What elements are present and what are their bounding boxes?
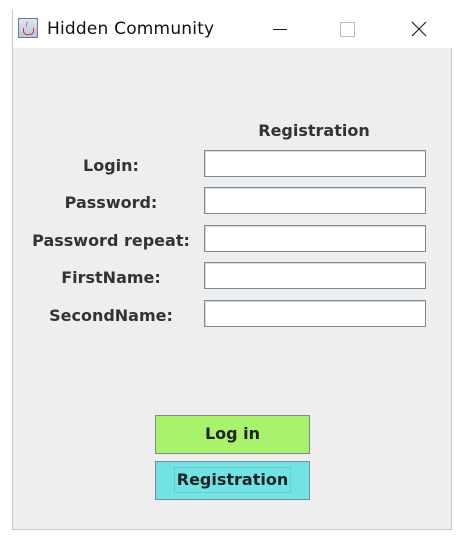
registration-panel: Registration Login: Password: Password r…: [13, 48, 453, 530]
second-name-field[interactable]: [204, 300, 426, 327]
login-field[interactable]: [204, 150, 426, 177]
password-label: Password:: [64, 193, 158, 212]
login-label: Login:: [83, 156, 139, 175]
password-repeat-label: Password repeat:: [32, 231, 190, 250]
minimize-button[interactable]: [247, 10, 311, 48]
title-bar[interactable]: Hidden Community: [13, 10, 453, 48]
java-cup-icon: [18, 18, 38, 38]
login-button-label: Log in: [204, 424, 261, 443]
window-title: Hidden Community: [47, 19, 215, 39]
login-button[interactable]: Log in: [155, 415, 310, 454]
password-field[interactable]: [204, 187, 426, 214]
second-name-label: SecondName:: [49, 306, 173, 325]
close-icon: [411, 21, 427, 37]
first-name-field[interactable]: [204, 262, 426, 289]
app-window: Hidden Community Registration Login: Pas…: [12, 10, 453, 530]
registration-button[interactable]: Registration: [155, 461, 310, 500]
close-button[interactable]: [387, 10, 451, 48]
form-header: Registration: [258, 121, 370, 140]
password-repeat-field[interactable]: [204, 225, 426, 252]
registration-button-label: Registration: [173, 467, 292, 493]
first-name-label: FirstName:: [61, 268, 161, 287]
maximize-button[interactable]: [315, 10, 379, 48]
